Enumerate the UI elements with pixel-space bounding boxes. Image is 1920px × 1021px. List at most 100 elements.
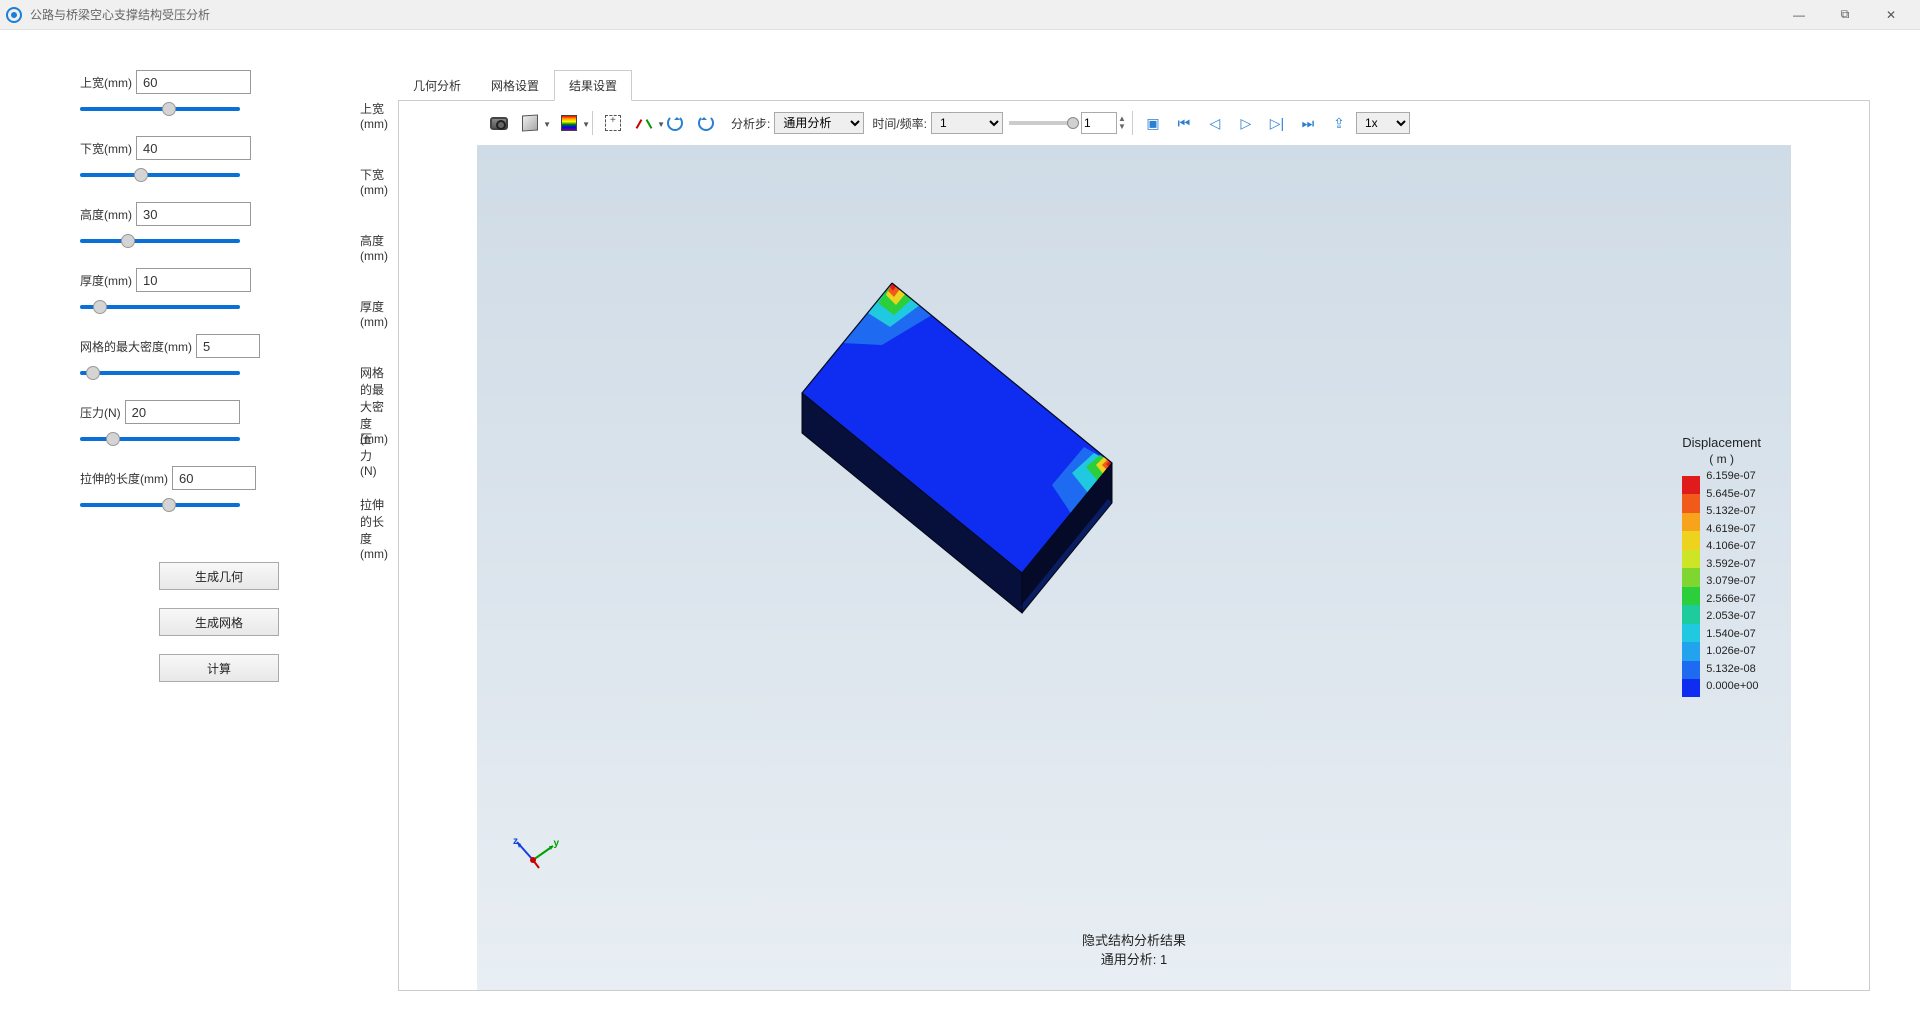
tab-geometry-analysis[interactable]: 几何分析 — [398, 70, 476, 101]
toolbar-separator — [592, 111, 593, 135]
fit-view-button[interactable] — [599, 109, 627, 137]
rotate-cw-button[interactable] — [661, 109, 689, 137]
fit-icon — [605, 115, 621, 131]
top-width-slider[interactable] — [80, 107, 240, 111]
toolbar-separator — [1132, 111, 1133, 135]
pressure-slider[interactable] — [80, 437, 240, 441]
time-freq-select[interactable]: 1 — [931, 112, 1003, 134]
stretch-length-slider[interactable] — [80, 503, 240, 507]
stretch-length-label: 拉伸的长度(mm) — [80, 470, 168, 487]
skip-first-icon: ⏮ — [1178, 115, 1191, 132]
viewer-toolbar: ▼ ▼ ▼ 分析步: 通用分析 时间/频率: 1 ▲▼ ▣ ⏮ ◁ ▷ ▷| ⏭ — [475, 101, 1869, 145]
result-canvas[interactable]: z y 隐式结构分析结果 通用分析: 1 Displacement ( m ) … — [477, 145, 1791, 990]
legend-value: 0.000e+00 — [1706, 680, 1758, 698]
top-width-display: 上宽(mm) — [360, 100, 388, 131]
axis-icon — [636, 115, 652, 131]
view-mode-button[interactable]: ▼ — [516, 109, 544, 137]
step-forward-button[interactable]: ▷| — [1263, 109, 1291, 137]
axis-z-label: z — [513, 836, 518, 847]
compute-button[interactable]: 计算 — [159, 654, 279, 682]
chevron-down-icon: ▼ — [582, 120, 590, 129]
titlebar: 公路与桥梁空心支撑结构受压分析 — ⧉ ✕ — [0, 0, 1920, 30]
pressure-display: 压力(N) — [360, 430, 377, 478]
skip-first-button[interactable]: ⏮ — [1170, 109, 1198, 137]
record-button[interactable]: ▣ — [1139, 109, 1167, 137]
legend-swatch — [1682, 476, 1700, 494]
legend-value: 3.592e-07 — [1706, 558, 1758, 576]
mesh-density-slider[interactable] — [80, 371, 240, 375]
tab-mesh-settings[interactable]: 网格设置 — [476, 70, 554, 101]
cube-icon — [522, 114, 538, 131]
legend-swatch — [1682, 513, 1700, 531]
step-back-button[interactable]: ◁ — [1201, 109, 1229, 137]
rotate-icon — [667, 115, 683, 131]
legend-value: 2.053e-07 — [1706, 610, 1758, 628]
bottom-width-display: 下宽(mm) — [360, 166, 388, 197]
step-forward-icon: ▷| — [1270, 115, 1284, 132]
legend-value: 2.566e-07 — [1706, 593, 1758, 611]
height-input[interactable] — [136, 202, 251, 226]
maximize-button[interactable]: ⧉ — [1822, 0, 1868, 30]
displacement-model — [772, 275, 1132, 655]
height-label: 高度(mm) — [80, 206, 132, 223]
app-title: 公路与桥梁空心支撑结构受压分析 — [30, 6, 1776, 23]
generate-geometry-button[interactable]: 生成几何 — [159, 562, 279, 590]
app-icon — [6, 7, 22, 23]
legend-value: 6.159e-07 — [1706, 470, 1758, 488]
analysis-step-label: 分析步: — [731, 115, 770, 132]
skip-last-button[interactable]: ⏭ — [1294, 109, 1322, 137]
generate-mesh-button[interactable]: 生成网格 — [159, 608, 279, 636]
legend-swatch — [1682, 531, 1700, 549]
legend-swatch — [1682, 587, 1700, 605]
legend-value: 1.540e-07 — [1706, 628, 1758, 646]
chevron-down-icon: ▼ — [543, 120, 551, 129]
minimize-button[interactable]: — — [1776, 0, 1822, 30]
caption-line1: 隐式结构分析结果 — [1082, 930, 1186, 949]
legend-swatch — [1682, 661, 1700, 679]
colormap-button[interactable]: ▼ — [555, 109, 583, 137]
close-button[interactable]: ✕ — [1868, 0, 1914, 30]
rotate-ccw-button[interactable] — [692, 109, 720, 137]
legend-swatch — [1682, 624, 1700, 642]
thickness-slider[interactable] — [80, 305, 240, 309]
legend-value: 3.079e-07 — [1706, 575, 1758, 593]
top-width-label: 上宽(mm) — [80, 74, 132, 91]
parameter-panel: 上宽(mm) 上宽(mm) 下宽(mm) 下宽(mm) 高度(mm) 高度(mm… — [0, 30, 388, 1021]
analysis-step-select[interactable]: 通用分析 — [774, 112, 864, 134]
time-freq-label: 时间/频率: — [872, 115, 927, 132]
screenshot-button[interactable] — [485, 109, 513, 137]
stretch-length-input[interactable] — [172, 466, 256, 490]
axis-orientation-button[interactable]: ▼ — [630, 109, 658, 137]
tab-result-settings[interactable]: 结果设置 — [554, 70, 632, 101]
playback-speed-select[interactable]: 1x — [1356, 112, 1410, 134]
export-button[interactable]: ⇪ — [1325, 109, 1353, 137]
color-legend: Displacement ( m ) 6.159e-075.645e-075.1… — [1682, 435, 1761, 698]
step-spinner[interactable] — [1081, 112, 1117, 134]
top-width-input[interactable] — [136, 70, 251, 94]
spinner-arrows-icon[interactable]: ▲▼ — [1118, 115, 1126, 131]
legend-value: 1.026e-07 — [1706, 645, 1758, 663]
tab-bar: 几何分析 网格设置 结果设置 — [398, 70, 1870, 101]
thickness-display: 厚度(mm) — [360, 298, 388, 329]
camera-icon — [490, 117, 508, 130]
time-slider[interactable] — [1009, 121, 1075, 125]
pressure-input[interactable] — [125, 400, 240, 424]
mesh-density-label: 网格的最大密度(mm) — [80, 338, 192, 355]
thickness-input[interactable] — [136, 268, 251, 292]
play-icon: ▷ — [1241, 115, 1252, 132]
stretch-length-display: 拉伸的长度(mm) — [360, 496, 388, 561]
legend-value: 4.619e-07 — [1706, 523, 1758, 541]
viewer-container: ▼ ▼ ▼ 分析步: 通用分析 时间/频率: 1 ▲▼ ▣ ⏮ ◁ ▷ ▷| ⏭ — [398, 101, 1870, 991]
height-slider[interactable] — [80, 239, 240, 243]
legend-value: 5.132e-08 — [1706, 663, 1758, 681]
skip-last-icon: ⏭ — [1302, 115, 1315, 132]
viewer-panel: 几何分析 网格设置 结果设置 ▼ ▼ ▼ 分析步: 通用分析 时间/频率: 1 … — [388, 30, 1920, 1021]
axis-y-label: y — [553, 838, 559, 849]
legend-swatch — [1682, 568, 1700, 586]
legend-title: Displacement — [1682, 435, 1761, 450]
legend-swatch — [1682, 642, 1700, 660]
play-button[interactable]: ▷ — [1232, 109, 1260, 137]
mesh-density-input[interactable] — [196, 334, 260, 358]
bottom-width-input[interactable] — [136, 136, 251, 160]
bottom-width-slider[interactable] — [80, 173, 240, 177]
